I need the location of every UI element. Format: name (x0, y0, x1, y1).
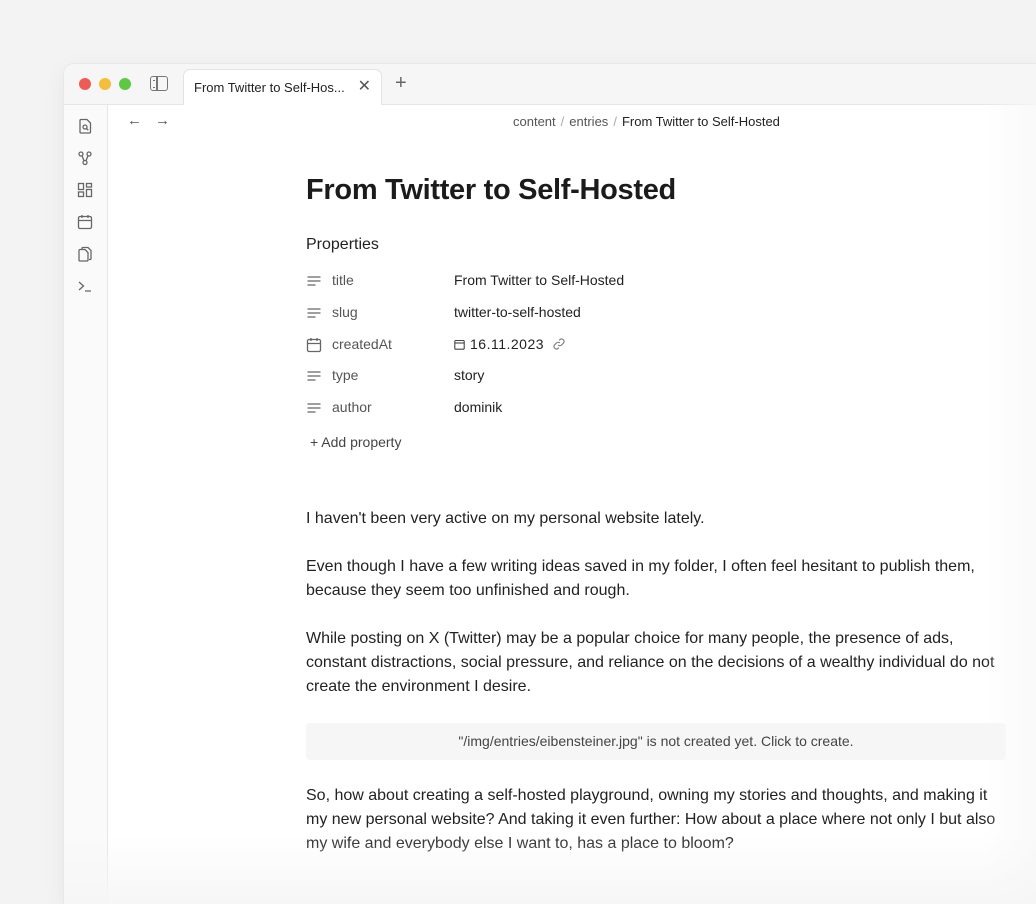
text-lines-icon (306, 273, 322, 289)
property-key[interactable]: createdAt (332, 336, 392, 352)
text-lines-icon (306, 305, 322, 321)
date-picker-icon[interactable] (454, 339, 465, 350)
tab-title: From Twitter to Self-Hos... (194, 80, 345, 95)
sidebar-toggle-icon[interactable] (150, 76, 168, 91)
calendar-icon (306, 337, 322, 353)
link-icon[interactable] (552, 337, 566, 351)
paragraph[interactable]: I haven't been very active on my persona… (306, 507, 1006, 531)
minimize-window-button[interactable] (99, 78, 111, 90)
properties-heading[interactable]: Properties (306, 236, 379, 254)
left-ribbon (64, 105, 108, 904)
property-key[interactable]: type (332, 367, 358, 383)
canvas-icon[interactable] (77, 182, 93, 198)
property-value: 16.11.2023 (470, 336, 545, 352)
new-tab-icon[interactable]: + (395, 72, 407, 94)
title-bar: From Twitter to Self-Hos... ✕ + (64, 64, 1036, 105)
property-row-createdat: createdAt 16.11.2023 (306, 334, 906, 356)
text-lines-icon (306, 368, 322, 384)
property-row-type: type story (306, 365, 906, 387)
text-lines-icon (306, 400, 322, 416)
breadcrumb: content / entries / From Twitter to Self-Hos… (513, 114, 780, 129)
tab-close-icon[interactable]: ✕ (358, 78, 371, 96)
app-window: From Twitter to Self-Hos... ✕ + ← → cont… (64, 64, 1036, 904)
graph-view-icon[interactable] (77, 150, 93, 166)
property-value[interactable]: twitter-to-self-hosted (454, 304, 581, 320)
property-value[interactable]: From Twitter to Self-Hosted (454, 272, 624, 288)
breadcrumb-item-entries[interactable]: entries (569, 114, 608, 129)
property-value[interactable]: story (454, 367, 484, 383)
tab-active[interactable]: From Twitter to Self-Hos... ✕ (183, 69, 382, 105)
property-value[interactable]: dominik (454, 399, 502, 415)
terminal-icon[interactable] (77, 278, 93, 294)
breadcrumb-separator: / (560, 114, 565, 129)
close-window-button[interactable] (79, 78, 91, 90)
property-key[interactable]: slug (332, 304, 358, 320)
maximize-window-button[interactable] (119, 78, 131, 90)
breadcrumb-separator: / (613, 114, 617, 129)
paragraph[interactable]: While posting on X (Twitter) may be a po… (306, 627, 1006, 699)
missing-image-placeholder[interactable]: "/img/entries/eibensteiner.jpg" is not c… (306, 723, 1006, 760)
open-quick-switcher-icon[interactable] (77, 118, 93, 134)
daily-note-icon[interactable] (77, 214, 93, 230)
breadcrumb-item-current[interactable]: From Twitter to Self-Hosted (622, 114, 780, 129)
add-property-button[interactable]: + Add property (310, 434, 401, 450)
date-value[interactable]: 16.11.2023 (454, 336, 566, 352)
paragraph[interactable]: Even though I have a few writing ideas s… (306, 555, 1006, 603)
templates-icon[interactable] (77, 246, 93, 262)
paragraph[interactable]: So, how about creating a self-hosted pla… (306, 784, 1006, 856)
forward-arrow-icon[interactable]: → (155, 112, 170, 129)
property-key[interactable]: author (332, 399, 372, 415)
page-title[interactable]: From Twitter to Self-Hosted (306, 174, 676, 207)
property-row-title: title From Twitter to Self-Hosted (306, 270, 906, 292)
breadcrumb-item-content[interactable]: content (513, 114, 556, 129)
back-arrow-icon[interactable]: ← (127, 112, 142, 129)
property-row-slug: slug twitter-to-self-hosted (306, 302, 906, 324)
property-row-author: author dominik (306, 397, 906, 419)
property-key[interactable]: title (332, 272, 354, 288)
